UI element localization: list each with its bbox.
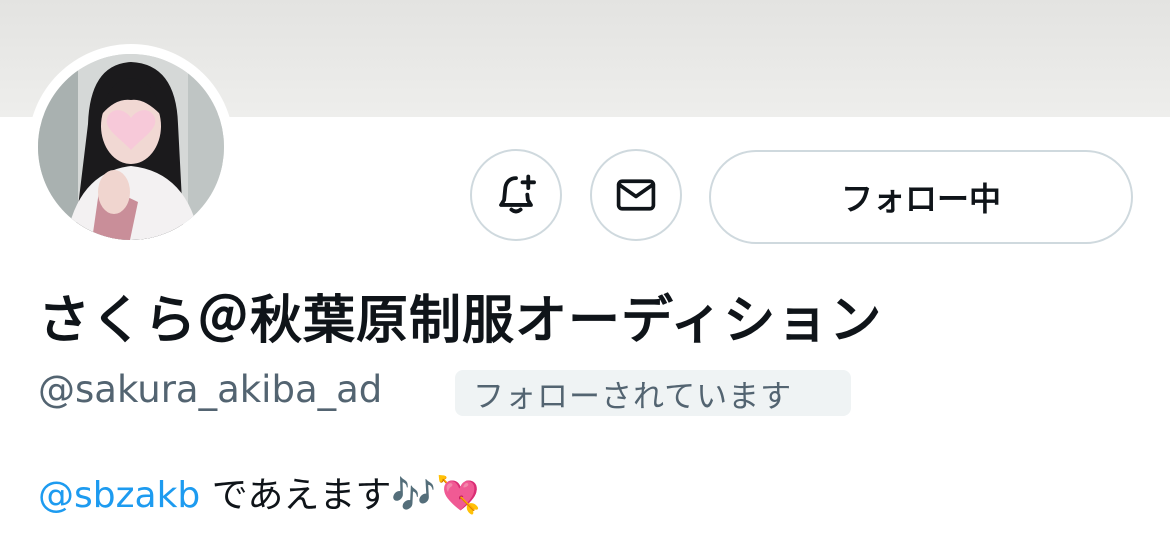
- bell-plus-icon: [499, 174, 536, 214]
- following-button[interactable]: フォロー中: [709, 150, 1133, 244]
- avatar-image: [38, 54, 224, 240]
- display-name: さくら＠秋葉原制服オーディション: [38, 291, 883, 351]
- bio-emoji: 🎶💘: [391, 475, 482, 516]
- message-button[interactable]: [590, 149, 682, 241]
- profile-header: フォロー中 さくら＠秋葉原制服オーディション @sakura_akiba_ad …: [0, 0, 1170, 541]
- bio-text: であえます: [200, 475, 392, 516]
- profile-bio: @sbzakb であえます🎶💘: [38, 466, 481, 518]
- user-handle: @sakura_akiba_ad: [38, 368, 383, 411]
- notification-button[interactable]: [470, 149, 562, 241]
- envelope-icon: [616, 179, 656, 211]
- follows-you-badge: フォローされています: [455, 370, 851, 416]
- bio-mention-link[interactable]: @sbzakb: [38, 475, 200, 516]
- avatar[interactable]: [28, 44, 234, 250]
